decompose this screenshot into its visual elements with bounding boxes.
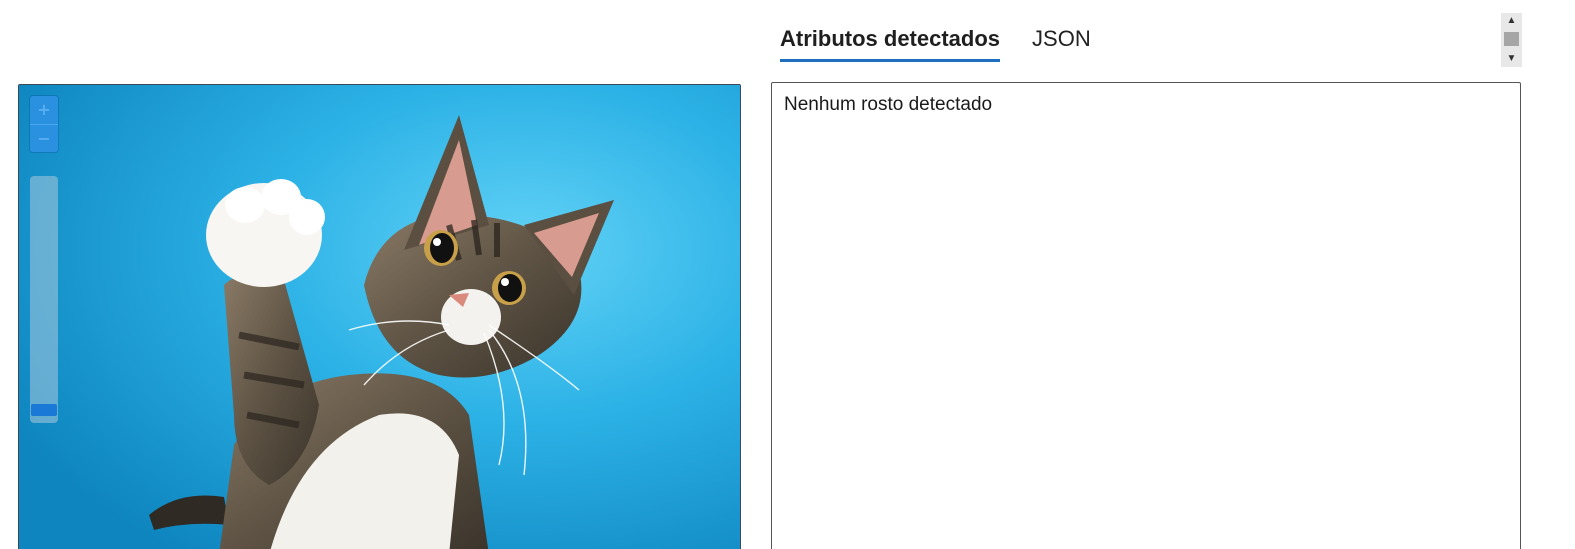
- tab-atributos-detectados[interactable]: Atributos detectados: [780, 22, 1001, 62]
- results-panel: Nenhum rosto detectado: [771, 82, 1521, 549]
- minus-icon: −: [37, 129, 51, 148]
- face-detection-demo: + − Atributos detectados JSON ▲ ▼ Nenhum…: [0, 0, 1575, 549]
- scroll-down-arrow-icon[interactable]: ▼: [1501, 51, 1522, 67]
- zoom-in-button[interactable]: +: [30, 96, 58, 124]
- scroll-thumb[interactable]: [1504, 32, 1519, 46]
- plus-icon: +: [37, 100, 51, 119]
- zoom-controls: + −: [30, 96, 58, 152]
- tab-json[interactable]: JSON: [1032, 22, 1091, 62]
- scroll-up-arrow-icon[interactable]: ▲: [1501, 13, 1522, 29]
- result-tabs: Atributos detectados JSON: [780, 22, 1123, 68]
- no-face-message: Nenhum rosto detectado: [784, 94, 993, 115]
- image-viewer[interactable]: + −: [18, 84, 741, 549]
- zoom-out-button[interactable]: −: [30, 124, 58, 152]
- zoom-slider-handle[interactable]: [31, 404, 57, 416]
- zoom-slider[interactable]: [30, 176, 58, 423]
- cat-photo: [19, 85, 740, 549]
- scrollbar[interactable]: ▲ ▼: [1501, 13, 1522, 67]
